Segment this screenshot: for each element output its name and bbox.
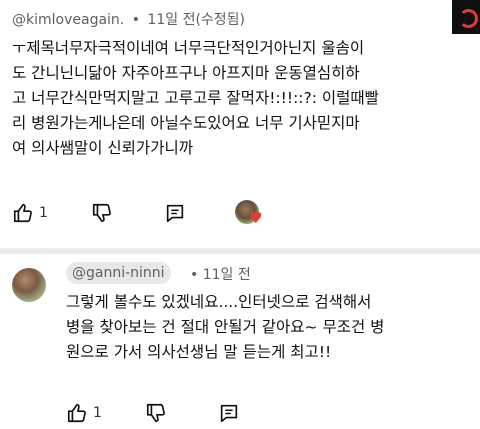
meta-separator: • — [190, 267, 199, 283]
top-comment: @kimloveagain. • 11일 전(수정됨) ㅜ제목너무자극적이네여 … — [0, 0, 480, 248]
thumbs-down-icon[interactable] — [145, 402, 167, 424]
comment-meta: @kimloveagain. • 11일 전(수정됨) — [12, 9, 245, 29]
avatar[interactable] — [12, 268, 46, 302]
reply-icon[interactable] — [164, 202, 186, 224]
reply-meta: • 11일 전 — [190, 264, 251, 284]
comment-line: 리 병원가는게나은데 아닐수도있어요 너무 기사믿지마 — [12, 114, 360, 132]
reply-timestamp: 11일 전 — [202, 267, 251, 283]
comment-divider — [0, 248, 480, 254]
reply-body: 그렇게 볼수도 있겠네요....인터넷으로 검색해서 병을 찾아보는 건 절대 … — [66, 290, 384, 365]
meta-separator: • — [131, 12, 140, 28]
creator-heart-badge[interactable]: ♥ — [235, 200, 267, 230]
comment-line: 고 너무간식만먹지말고 고루고루 잘먹자!:!!::?: 이럴때빨 — [12, 89, 379, 107]
reply-line: 병을 찾아보는 건 절대 안될거 같아요~ 무조건 병 — [66, 318, 385, 336]
reply-icon[interactable] — [218, 402, 240, 424]
comment-body: ㅜ제목너무자극적이네여 너무극단적인거아닌지 울솜이 도 간니닌니닮아 자주아프… — [12, 36, 379, 161]
like-count: 1 — [39, 205, 48, 221]
like-count: 1 — [93, 405, 102, 421]
comment-timestamp: 11일 전(수정됨) — [147, 12, 246, 28]
thumbs-down-icon[interactable] — [91, 202, 113, 224]
comment-line: ㅜ제목너무자극적이네여 너무극단적인거아닌지 울솜이 — [12, 39, 365, 57]
comment-line: 여 의사쌤말이 신뢰가가니까 — [12, 139, 193, 157]
reply-line: 원으로 가서 의사선생님 말 듣는게 최고!! — [66, 343, 332, 361]
reply-line: 그렇게 볼수도 있겠네요....인터넷으로 검색해서 — [66, 293, 372, 311]
heart-icon: ♥ — [249, 209, 263, 227]
comment-line: 도 간니닌니닮아 자주아프구나 아프지마 운동열심히하 — [12, 64, 360, 82]
reply-author-handle[interactable]: @ganni-ninni — [66, 262, 171, 284]
thumbs-up-icon[interactable] — [12, 202, 34, 224]
youtube-logo-icon — [452, 0, 480, 34]
comment-author-handle[interactable]: @kimloveagain. — [12, 12, 124, 28]
thumbs-up-icon[interactable] — [66, 402, 88, 424]
